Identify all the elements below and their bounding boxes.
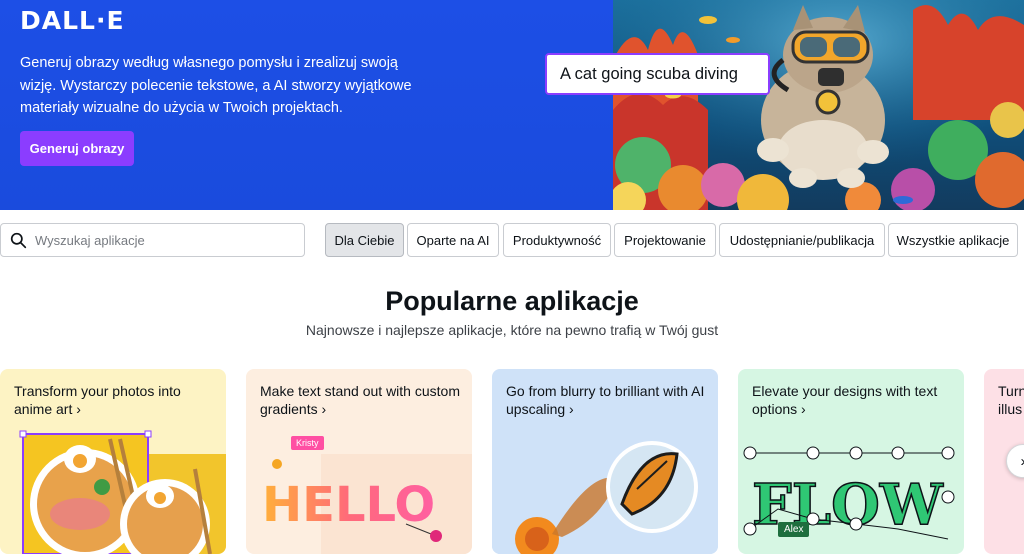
app-card-text-options[interactable]: Elevate your designs with text options ›…: [738, 369, 964, 554]
collaborator-tag-kristy: Kristy: [291, 436, 324, 450]
app-logo: DALL·E: [20, 6, 125, 35]
ramen-illustration: [0, 429, 226, 554]
search-box[interactable]: [0, 223, 305, 257]
filter-productivity[interactable]: Produktywność: [503, 223, 611, 257]
collaborator-tag-alex: Alex: [778, 522, 809, 537]
card-title: Make text stand out with custom gradient…: [260, 383, 460, 418]
chevron-right-icon: ›: [1021, 453, 1024, 470]
gradient-text-illustration: HELLO: [246, 429, 472, 554]
app-card-gradients[interactable]: Make text stand out with custom gradient…: [246, 369, 472, 554]
butterfly-illustration: [492, 429, 718, 554]
app-card-upscaling[interactable]: Go from blurry to brilliant with AI upsc…: [492, 369, 718, 554]
prompt-example-box: A cat going scuba diving: [545, 53, 770, 95]
hero-description: Generuj obrazy według własnego pomysłu i…: [20, 52, 430, 120]
generate-images-button[interactable]: Generuj obrazy: [20, 131, 134, 166]
section-subtitle: Najnowsze i najlepsze aplikacje, które n…: [0, 322, 1024, 338]
hero-illustration: [613, 0, 1024, 210]
hero-text-panel: DALL·E Generuj obrazy według własnego po…: [0, 0, 613, 210]
hero-banner: DALL·E Generuj obrazy według własnego po…: [0, 0, 1024, 210]
search-icon: [10, 232, 27, 249]
app-card-anime[interactable]: Transform your photos into anime art ›: [0, 369, 226, 554]
card-title: Go from blurry to brilliant with AI upsc…: [506, 383, 706, 418]
scuba-cat-image: [613, 0, 1024, 210]
section-title: Popularne aplikacje: [0, 286, 1024, 317]
filter-all-apps[interactable]: Wszystkie aplikacje: [888, 223, 1018, 257]
filter-ai-powered[interactable]: Oparte na AI: [407, 223, 499, 257]
card-title: Elevate your designs with text options ›: [752, 383, 952, 418]
search-input[interactable]: [35, 233, 285, 248]
flow-text-illustration: FLOW: [738, 429, 964, 554]
card-title: Turn illus: [998, 383, 1024, 418]
hello-art-text: HELLO: [262, 477, 435, 533]
filter-for-you[interactable]: Dla Ciebie: [325, 223, 404, 257]
filter-sharing-publishing[interactable]: Udostępnianie/publikacja: [719, 223, 885, 257]
filter-design[interactable]: Projektowanie: [614, 223, 716, 257]
card-title: Transform your photos into anime art ›: [14, 383, 214, 418]
